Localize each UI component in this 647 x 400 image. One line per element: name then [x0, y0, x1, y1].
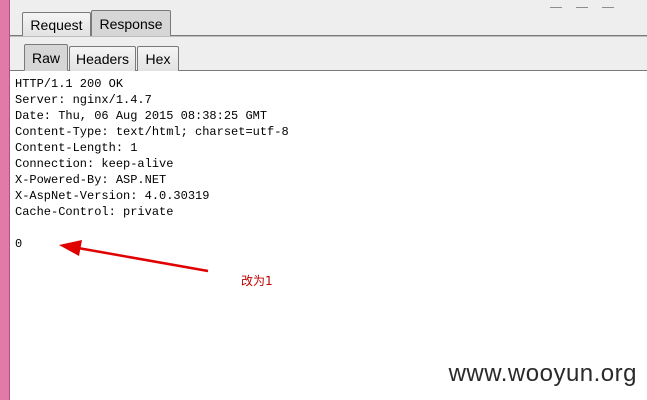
annotation-note: 改为1: [241, 274, 273, 288]
arrow-shaft: [77, 246, 209, 273]
annotation-arrow: [59, 240, 209, 273]
watermark: www.wooyun.org: [448, 360, 637, 387]
arrow-head: [59, 240, 82, 256]
